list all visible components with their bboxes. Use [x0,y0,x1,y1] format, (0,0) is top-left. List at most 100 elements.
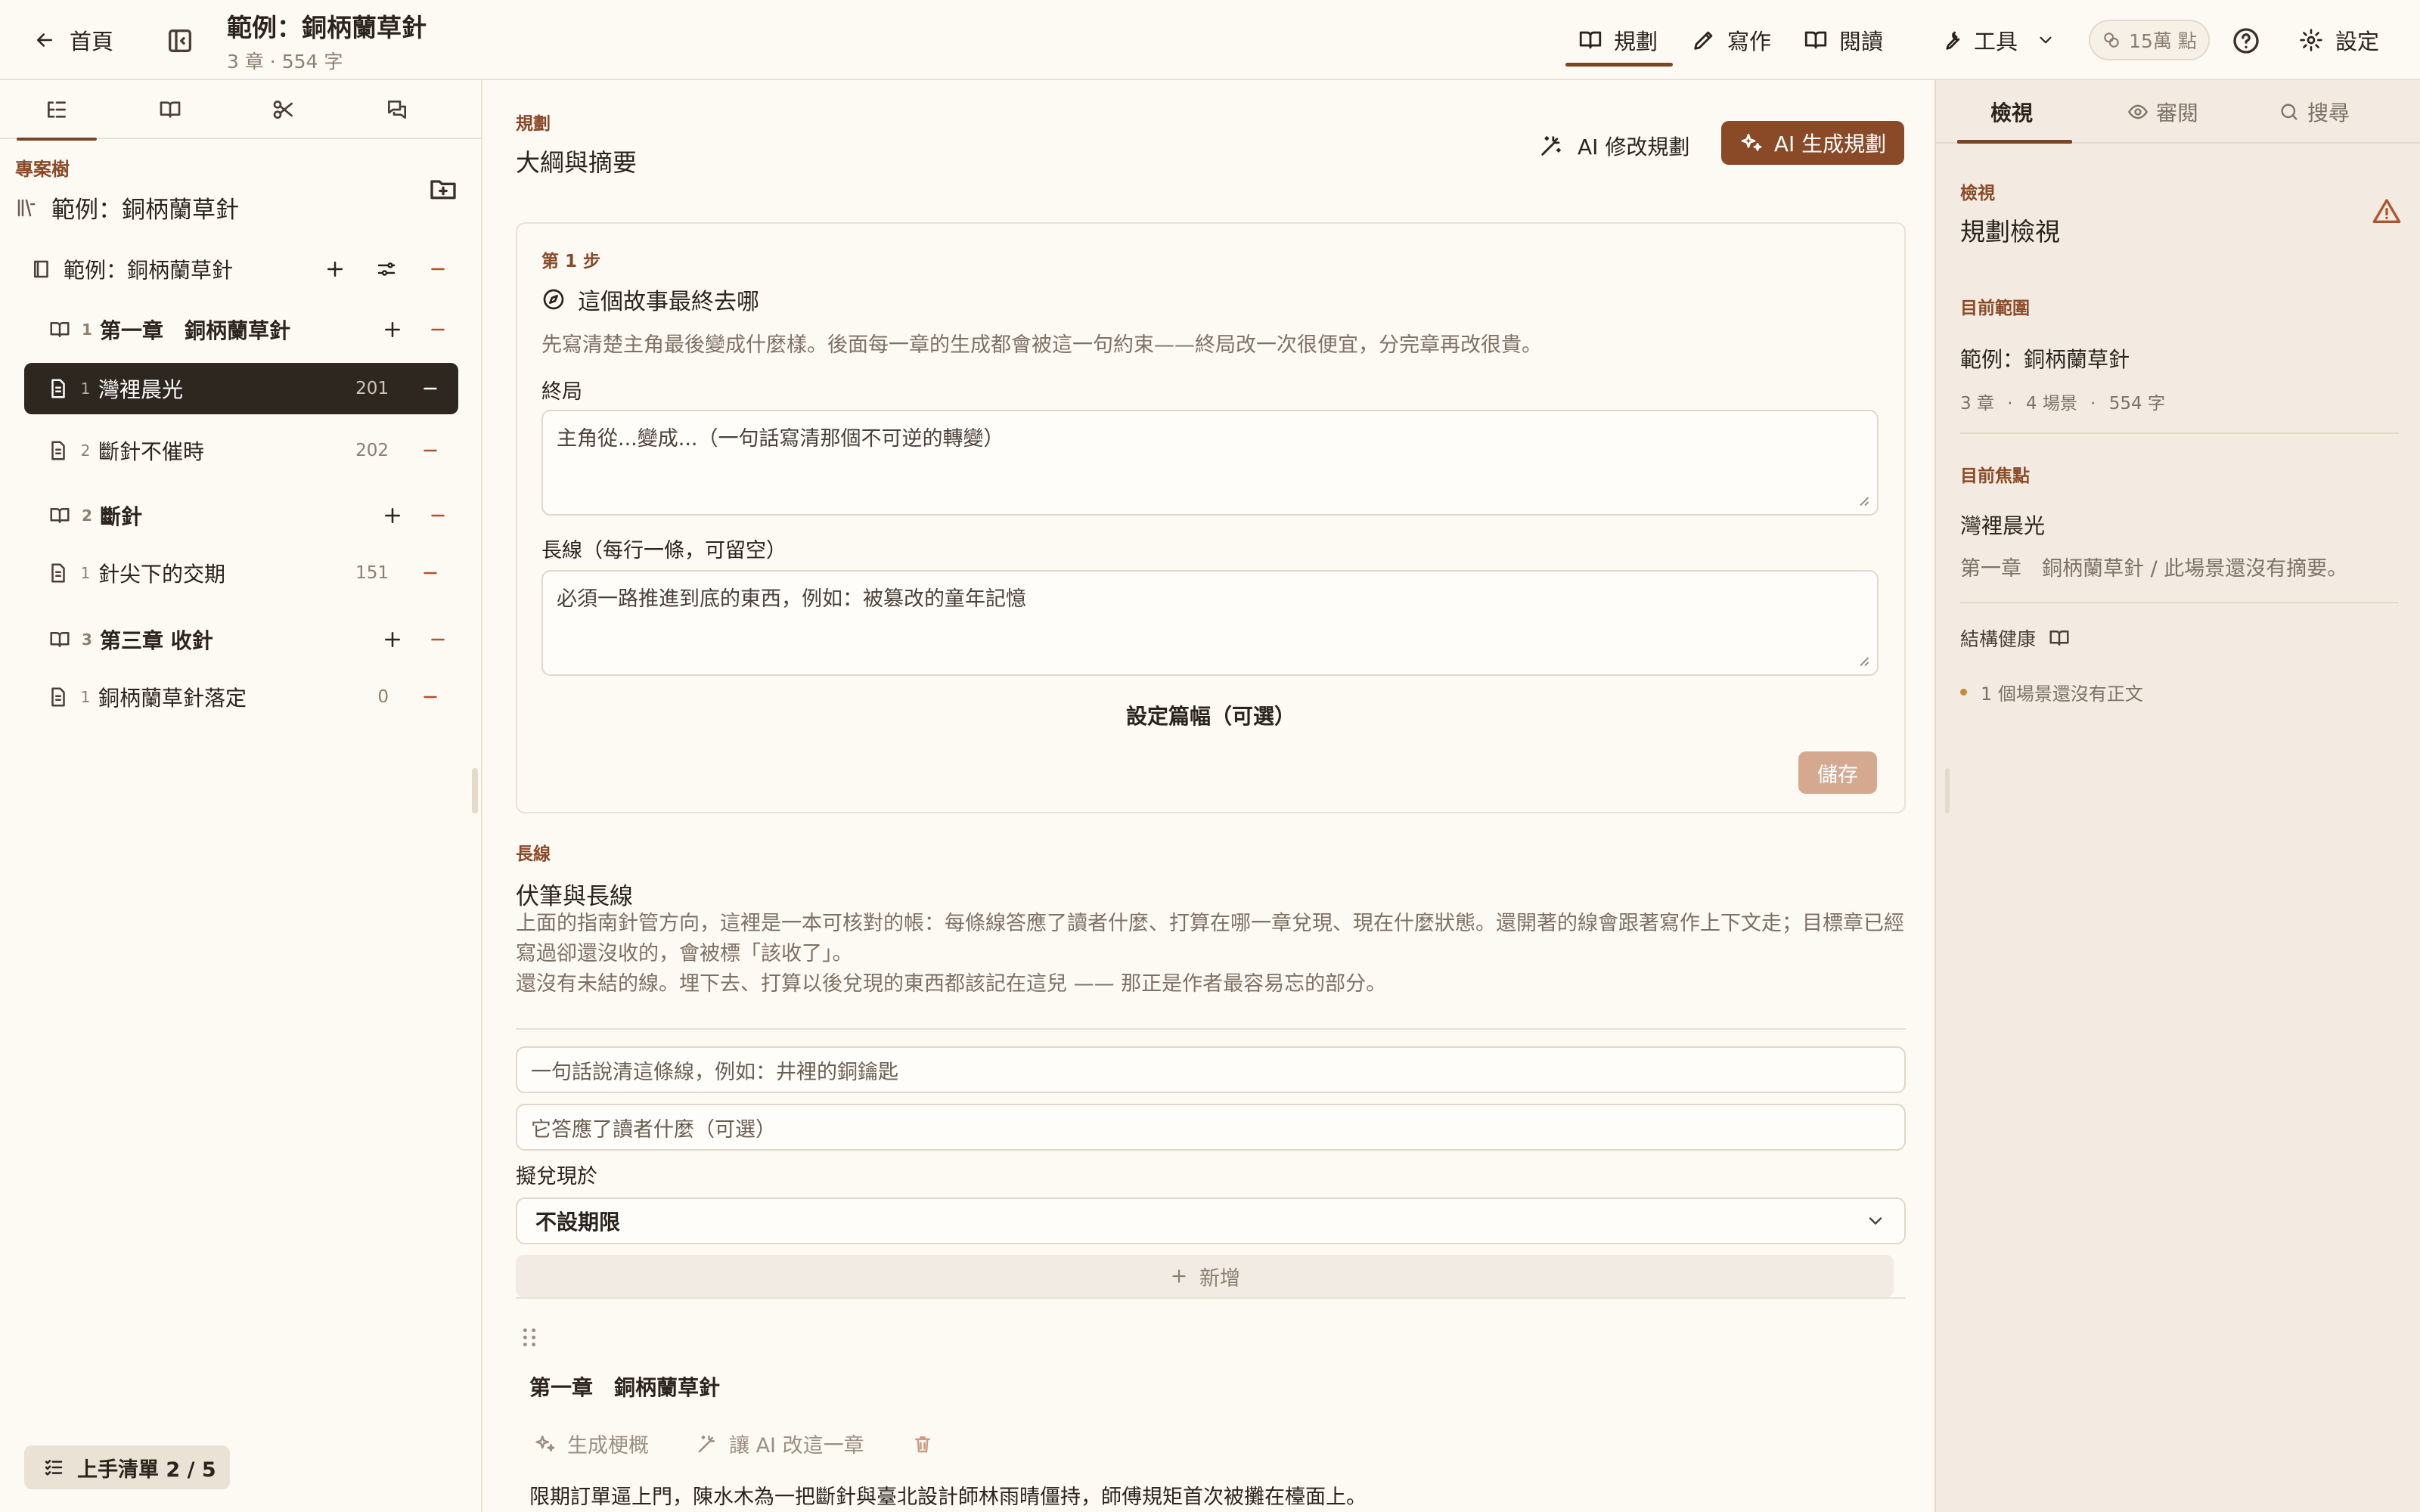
library-icon [17,199,36,216]
divider [1960,432,2399,434]
settings-button[interactable]: 設定 [2299,24,2379,56]
file-text-icon [51,563,65,583]
nav-plan-tab[interactable]: 規劃 [1565,17,1673,67]
nav-read-tab[interactable]: 閱讀 [1803,17,1883,64]
project-sidebar: 專案樹 範例：銅柄蘭草針 範例：銅柄蘭草針 1 第一章 銅柄蘭草針 1 灣裡晨光… [0,80,482,1512]
inspector-tabs: 檢視 審閱 搜尋 [1936,80,2420,144]
tab-review[interactable]: 審閱 [2087,80,2238,144]
tree-chapter-row[interactable]: 3 第三章 收針 [48,614,458,665]
ai-generate-plan-button[interactable]: AI 生成規劃 [1721,121,1904,165]
promise-input-placeholder: 它答應了讀者什麼（可選） [531,1117,776,1142]
thread-input-placeholder: 一句話說清這條線，例如：井裡的銅鑰匙 [531,1060,898,1084]
remove-icon[interactable] [427,504,449,527]
tab-search[interactable]: 搜尋 [2238,80,2390,144]
focus-label: 目前焦點 [1960,466,2030,486]
home-button[interactable]: 首頁 [33,23,113,57]
add-thread-button[interactable]: 新增 [516,1255,1894,1297]
scene-number: 1 [80,688,91,706]
remove-icon[interactable] [419,439,442,462]
scene-label: 銅柄蘭草針落定 [98,686,247,711]
tab-chat[interactable] [340,80,454,139]
new-folder-button[interactable] [428,174,458,204]
nav-write-tab[interactable]: 寫作 [1691,17,1771,64]
remove-icon[interactable] [427,258,449,280]
ai-improve-chapter-button[interactable]: 讓 AI 改這一章 [696,1429,864,1458]
magic-wand-icon [698,1435,715,1452]
ending-label: 終局 [541,380,582,404]
health-item[interactable]: 1 個場景還沒有正文 [1960,679,2143,705]
plus-icon [1172,1269,1186,1283]
divider [516,1297,1906,1299]
remove-icon[interactable] [419,377,442,400]
threads-title: 伏筆與長線 [516,883,633,910]
tree-scene-row[interactable]: 1 銅柄蘭草針落定 0 [24,671,458,723]
remove-icon[interactable] [419,562,442,584]
tab-book[interactable] [113,80,227,139]
sidebar-toggle-button[interactable] [165,26,195,56]
step-hint: 先寫清楚主角最後變成什麼樣。後面每一章的生成都會被這一句約束——終局改一次很便宜… [541,333,1542,357]
add-icon[interactable] [381,318,404,341]
nav-read-label: 閱讀 [1839,29,1884,54]
tab-view[interactable]: 檢視 [1936,80,2087,144]
checklist-icon [45,1460,63,1476]
add-icon[interactable] [381,504,404,527]
points-badge[interactable]: 15萬 點 [2089,20,2210,60]
points-value: 15萬 點 [2129,30,2197,52]
ending-placeholder: 主角從...變成...（一句話寫清那個不可逆的轉變） [557,427,1004,451]
folder-plus-icon [430,180,456,200]
tree-book-row[interactable]: 範例：銅柄蘭草針 [30,243,458,295]
help-button[interactable] [2231,26,2261,56]
tab-scissors[interactable] [227,80,340,139]
top-bar: 首頁 範例：銅柄蘭草針 3 章 · 554 字 規劃 寫作 閱讀 工具 15萬 … [0,0,2420,80]
add-icon[interactable] [324,258,346,280]
chat-bubbles-icon [388,101,406,119]
remove-icon[interactable] [419,686,442,708]
arcs-textarea[interactable]: 必須一路推進到底的東西，例如：被篡改的童年記憶 [541,570,1879,676]
scope-name: 範例：銅柄蘭草針 [1960,347,2130,372]
remove-icon[interactable] [427,318,449,341]
drag-handle-icon[interactable] [522,1326,537,1349]
tree-scene-row[interactable]: 2 斷針不催時 202 [24,425,458,476]
delete-chapter-button[interactable] [911,1433,934,1455]
remove-icon[interactable] [427,628,449,651]
payoff-select[interactable]: 不設期限 [516,1198,1906,1244]
scissors-icon [273,101,293,119]
scene-number: 2 [80,442,91,460]
divider [1960,602,2399,603]
reader-icon [1804,31,1827,49]
tree-chapter-row[interactable]: 1 第一章 銅柄蘭草針 [48,304,458,355]
sliders-icon[interactable] [375,258,398,280]
sidebar-resize-handle[interactable] [472,768,478,813]
onboarding-checklist-button[interactable]: 上手清單 2 / 5 [24,1445,230,1489]
chapter-number: 2 [82,507,92,525]
scene-label: 灣裡晨光 [98,377,184,402]
save-button[interactable]: 儲存 [1798,751,1877,794]
thread-input[interactable]: 一句話說清這條線，例如：井裡的銅鑰匙 [516,1046,1906,1093]
promise-input[interactable]: 它答應了讀者什麼（可選） [516,1104,1906,1151]
add-icon[interactable] [381,628,404,651]
tree-scene-row[interactable]: 1 針尖下的交期 151 [24,547,458,599]
nav-tools-menu[interactable]: 工具 [1938,17,2055,64]
step-question: 這個故事最終去哪 [541,283,759,316]
tree-book-label: 範例：銅柄蘭草針 [64,258,234,283]
scene-number: 1 [80,380,91,398]
book-open-icon [50,322,70,337]
book-open-icon[interactable] [2048,627,2071,649]
panel-resize-handle[interactable] [1945,768,1950,813]
tab-outline[interactable] [0,80,113,141]
tree-scene-row-selected[interactable]: 1 灣裡晨光 201 [24,363,458,414]
magic-wand-icon [1541,136,1561,156]
panel-collapse-icon [169,29,191,53]
project-name[interactable]: 範例：銅柄蘭草針 [15,191,239,225]
set-length-link[interactable]: 設定篇幅（可選） [517,700,1904,730]
generate-summary-button[interactable]: 生成梗概 [534,1429,649,1458]
inspector-title: 規劃檢視 [1960,217,2060,246]
planning-main: 規劃 大綱與摘要 AI 修改規劃 AI 生成規劃 第 1 步 這個故事最終去哪 … [484,80,1934,1512]
ending-textarea[interactable]: 主角從...變成...（一句話寫清那個不可逆的轉變） [541,410,1879,516]
file-text-icon [51,687,65,707]
chapter-summary: 限期訂單逼上門，陳水木為一把斷針與臺北設計師林雨晴僵持，師傅規矩首次被攤在檯面上… [529,1486,1367,1509]
book-open-icon [50,508,70,523]
warning-icon[interactable] [2372,197,2402,227]
tree-chapter-row[interactable]: 2 斷針 [48,490,458,541]
ai-revise-plan-button[interactable]: AI 修改規劃 [1538,122,1689,169]
